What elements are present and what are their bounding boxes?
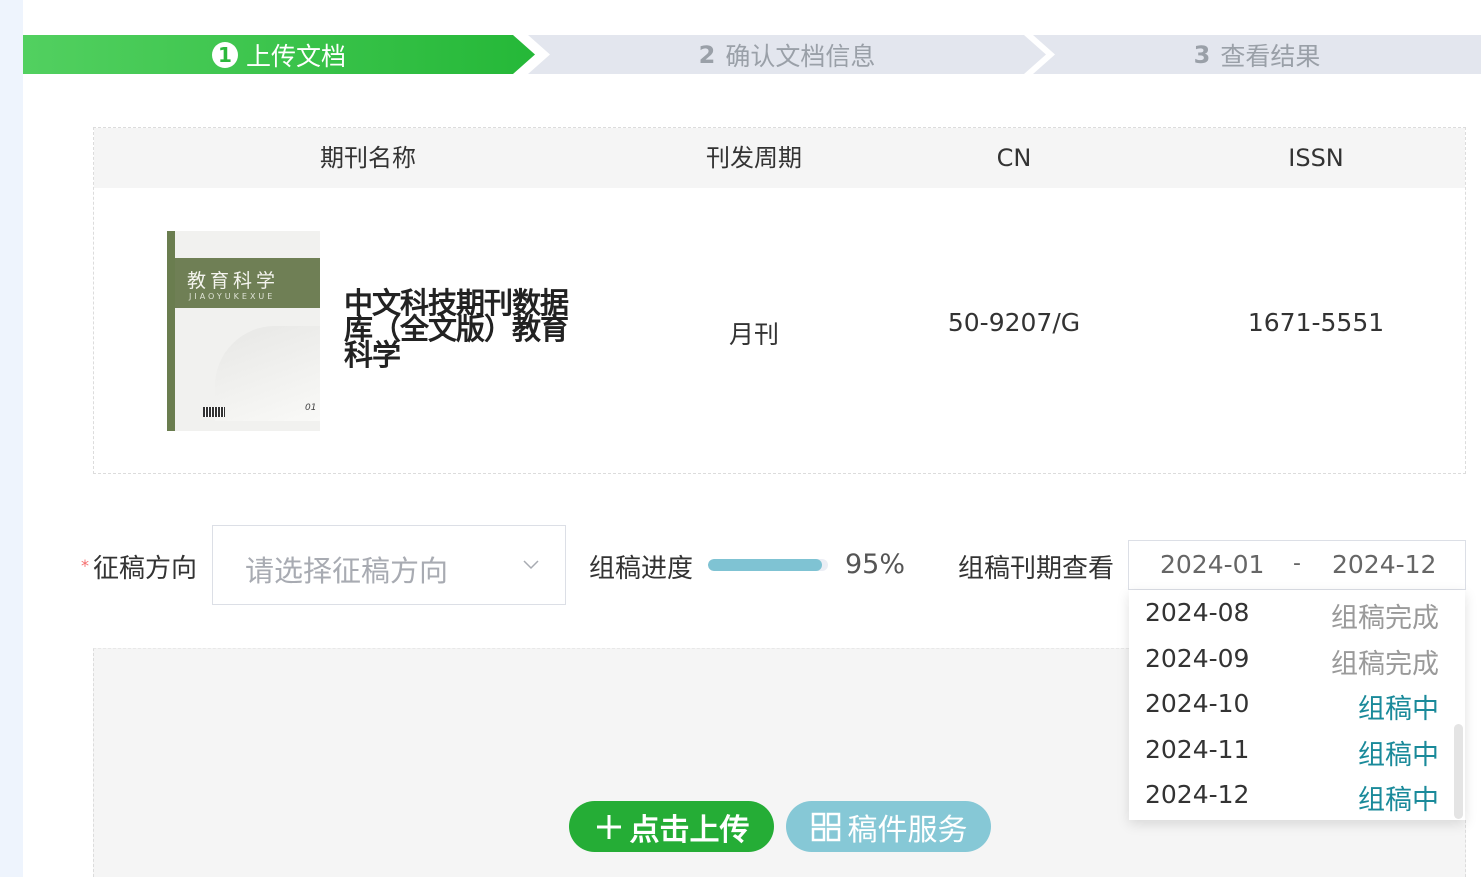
plus-icon: [596, 814, 621, 839]
progress-text: 95%: [845, 549, 906, 580]
header-cycle: 刊发周期: [706, 144, 802, 172]
progress-label: 组稿进度: [589, 554, 694, 584]
step-number: 2: [698, 40, 716, 69]
dropdown-item[interactable]: 2024-09 组稿完成: [1129, 638, 1465, 683]
dropdown-item[interactable]: 2024-11 组稿中: [1129, 729, 1465, 774]
dropdown-item[interactable]: 2024-10 组稿中: [1129, 683, 1465, 728]
step-upload[interactable]: 1 上传文档: [23, 35, 535, 74]
cover-subtitle: JIAOYUKEXUE: [189, 292, 276, 301]
table-header: 期刊名称 刊发周期 CN ISSN: [94, 128, 1465, 188]
period-label: 组稿刊期查看: [958, 554, 1115, 584]
service-button-label: 稿件服务: [847, 812, 968, 848]
dropdown-item-status: 组稿完成: [1331, 603, 1439, 634]
dropdown-item-date: 2024-12: [1145, 780, 1250, 809]
step-label: 确认文档信息: [725, 41, 876, 71]
upload-button[interactable]: 点击上传: [569, 801, 774, 852]
date-range-picker[interactable]: 2024-01 - 2024-12: [1128, 540, 1466, 590]
dropdown-item-date: 2024-10: [1145, 689, 1250, 718]
direction-select[interactable]: 请选择征稿方向: [212, 525, 566, 605]
steps-bar: 1 上传文档 2 确认文档信息 3 查看结果: [23, 35, 1481, 74]
chevron-down-icon: [523, 560, 539, 570]
dropdown-item[interactable]: 2024-08 组稿完成: [1129, 592, 1465, 637]
dropdown-item-status: 组稿中: [1358, 739, 1439, 771]
dropdown-item-status: 组稿中: [1358, 785, 1439, 816]
step-result[interactable]: 3 查看结果: [1033, 35, 1481, 74]
cover-issue-number: 01: [305, 403, 317, 413]
journal-cover-image: 教育科学 JIAOYUKEXUE 01: [167, 231, 320, 431]
journal-table: 期刊名称 刊发周期 CN ISSN 教育科学 JIAOYUKEXUE 01 中文…: [93, 127, 1466, 474]
header-cn: CN: [996, 144, 1032, 172]
dropdown-item-status: 组稿完成: [1331, 648, 1439, 680]
journal-cn: 50-9207/G: [947, 308, 1081, 337]
dropdown-item-date: 2024-11: [1145, 734, 1250, 764]
cover-barcode: [203, 407, 225, 417]
step-label: 上传文档: [245, 41, 346, 71]
step-number: 1: [211, 41, 238, 68]
direction-placeholder: 请选择征稿方向: [245, 554, 449, 588]
dropdown-item-date: 2024-08: [1145, 598, 1250, 627]
journal-cycle: 月刊: [728, 320, 779, 349]
manuscript-service-button[interactable]: 稿件服务: [786, 801, 991, 852]
step-label: 查看结果: [1220, 41, 1321, 71]
upload-button-label: 点击上传: [629, 812, 750, 848]
step-number: 3: [1193, 40, 1211, 69]
dropdown-item-date: 2024-09: [1145, 643, 1250, 673]
journal-name: 中文科技期刊数据库（全文版）教育科学: [344, 286, 569, 372]
dropdown-item-status: 组稿中: [1358, 694, 1439, 725]
dropdown-item[interactable]: 2024-12 组稿中: [1129, 774, 1465, 819]
header-journal-name: 期刊名称: [320, 144, 416, 172]
direction-label: 征稿方向: [93, 554, 198, 584]
progress-bar-fill: [708, 559, 822, 571]
dropdown-scrollbar[interactable]: [1454, 724, 1463, 819]
journal-issn: 1671-5551: [1247, 308, 1385, 337]
date-end[interactable]: 2024-12: [1332, 550, 1436, 579]
upload-dropzone-edge: [1129, 820, 1466, 877]
progress-bar: [708, 559, 828, 571]
required-star: *: [81, 556, 89, 575]
grid-icon: [811, 812, 840, 841]
period-dropdown: 2024-08 组稿完成 2024-09 组稿完成 2024-10 组稿中 2024-11 组…: [1129, 590, 1465, 820]
date-start[interactable]: 2024-01: [1160, 550, 1264, 579]
date-separator: -: [1293, 551, 1301, 576]
cover-title: 教育科学: [187, 270, 280, 292]
header-issn: ISSN: [1288, 144, 1344, 172]
step-confirm[interactable]: 2 确认文档信息: [528, 35, 1046, 74]
